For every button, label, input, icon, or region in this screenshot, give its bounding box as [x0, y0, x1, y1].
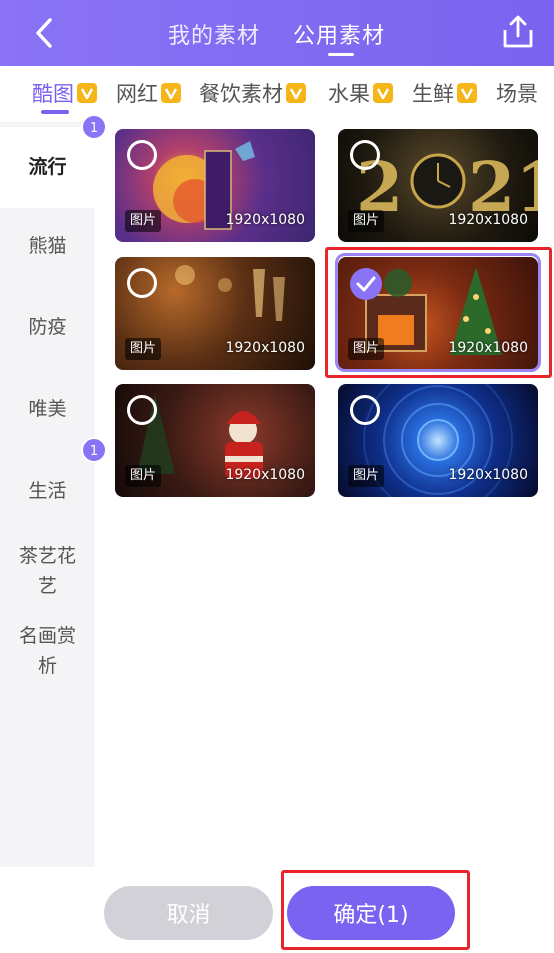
highlight-box: [281, 870, 470, 950]
back-button[interactable]: [30, 16, 60, 50]
vip-badge-icon: [77, 83, 97, 103]
image-card[interactable]: 图片 1920x1080: [338, 384, 538, 497]
tab-public-materials[interactable]: 公用素材: [293, 18, 385, 50]
count-badge: 1: [81, 437, 107, 463]
sidebar-item-trending[interactable]: 流行: [0, 127, 95, 208]
cancel-button[interactable]: 取消: [104, 886, 273, 940]
image-type-tag: 图片: [348, 210, 385, 232]
vip-badge-icon: [373, 83, 393, 103]
category-label: 酷图: [32, 82, 74, 106]
sidebar-item-epidemic[interactable]: 防疫: [0, 312, 95, 342]
top-bar: 我的素材 公用素材: [0, 0, 554, 66]
bottom-bar: [0, 867, 554, 953]
category-tabs: 酷图 网红 餐饮素材 水果 生鲜 场景: [0, 66, 554, 122]
select-circle-icon[interactable]: [127, 140, 157, 170]
chevron-left-icon: [36, 18, 52, 48]
image-type-tag: 图片: [125, 465, 162, 487]
image-resolution: 1920x1080: [225, 467, 305, 483]
select-circle-icon[interactable]: [350, 140, 380, 170]
category-label: 餐饮素材: [199, 82, 283, 106]
sidebar-item-aesthetic[interactable]: 唯美: [0, 394, 95, 424]
select-circle-icon[interactable]: [127, 395, 157, 425]
select-circle-icon[interactable]: [350, 395, 380, 425]
share-button[interactable]: [501, 14, 535, 50]
image-type-tag: 图片: [125, 210, 162, 232]
category-label: 生鲜: [412, 82, 454, 106]
count-badge: 1: [81, 114, 107, 140]
category-active-indicator: [41, 110, 69, 114]
category-tab-influencer[interactable]: 网红: [116, 78, 181, 108]
category-tab-cool-pics[interactable]: 酷图: [32, 78, 97, 108]
vip-badge-icon: [161, 83, 181, 103]
upload-icon: [503, 15, 533, 48]
category-label: 场景: [496, 82, 538, 106]
image-card[interactable]: 图片 1920x1080: [115, 384, 315, 497]
image-type-tag: 图片: [125, 338, 162, 360]
category-label: 水果: [328, 82, 370, 106]
category-tab-scene[interactable]: 场景: [496, 78, 538, 108]
vip-badge-icon: [457, 83, 477, 103]
image-resolution: 1920x1080: [448, 212, 528, 228]
tab-active-indicator: [328, 53, 354, 56]
sidebar: 流行 熊猫 防疫 唯美 生活 茶艺花 艺 名画赏 析: [0, 127, 95, 867]
sidebar-item-famous-paintings[interactable]: 名画赏 析: [0, 621, 95, 681]
image-resolution: 1920x1080: [225, 212, 305, 228]
image-resolution: 1920x1080: [448, 467, 528, 483]
highlight-box: [325, 247, 552, 378]
image-card[interactable]: 2 21 图片 1920x1080: [338, 129, 538, 242]
vip-badge-icon: [286, 83, 306, 103]
image-type-tag: 图片: [348, 465, 385, 487]
sidebar-item-panda[interactable]: 熊猫: [0, 231, 95, 261]
category-tab-fresh[interactable]: 生鲜: [412, 78, 477, 108]
image-resolution: 1920x1080: [225, 340, 305, 356]
sidebar-item-tea-flower[interactable]: 茶艺花 艺: [0, 541, 95, 601]
image-card[interactable]: 图片 1920x1080: [115, 129, 315, 242]
select-circle-icon[interactable]: [127, 268, 157, 298]
category-label: 网红: [116, 82, 158, 106]
tab-my-materials[interactable]: 我的素材: [168, 18, 260, 50]
category-tab-fruit[interactable]: 水果: [328, 78, 393, 108]
sidebar-item-life[interactable]: 生活: [0, 476, 95, 506]
category-tab-catering[interactable]: 餐饮素材: [199, 78, 306, 108]
image-card[interactable]: 图片 1920x1080: [115, 257, 315, 370]
